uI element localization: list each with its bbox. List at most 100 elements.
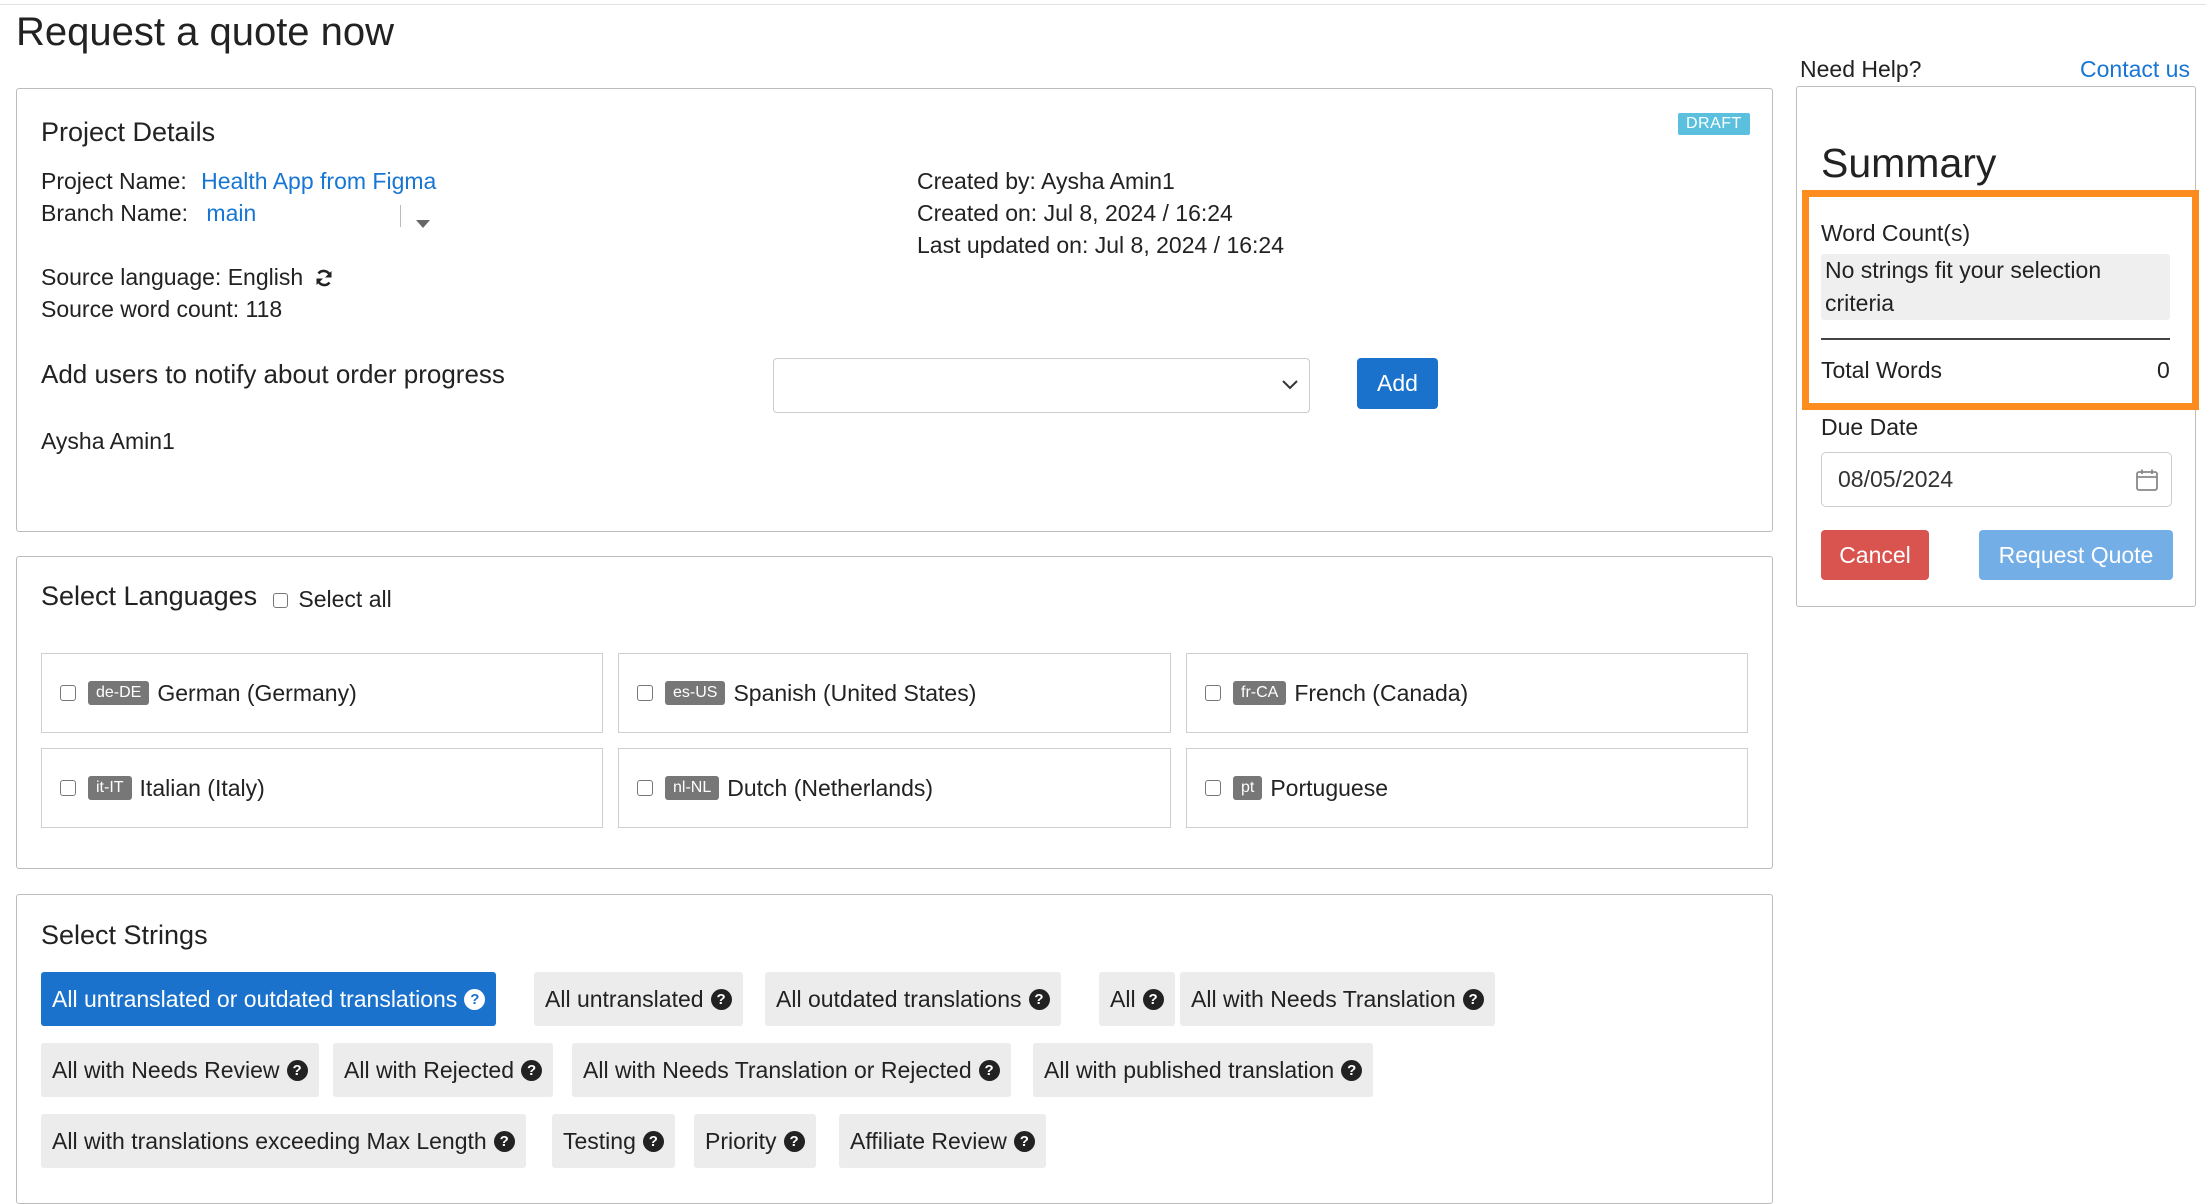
question-circle-icon[interactable]: ? <box>1341 1059 1363 1081</box>
filter-chip-published-translation[interactable]: All with published translation? <box>1033 1043 1374 1097</box>
contact-us-link[interactable]: Contact us <box>2080 56 2190 83</box>
language-option-pt[interactable]: pt Portuguese <box>1186 748 1748 828</box>
refresh-icon[interactable] <box>314 264 334 290</box>
filter-chip-affiliate-review[interactable]: Affiliate Review? <box>839 1114 1046 1168</box>
select-all-checkbox[interactable] <box>273 593 288 609</box>
filter-chip-testing[interactable]: Testing? <box>552 1114 675 1168</box>
filter-label: All untranslated <box>545 985 704 1012</box>
created-by: Created by: Aysha Amin1 <box>917 168 1175 194</box>
calendar-icon[interactable] <box>2135 468 2159 492</box>
filter-label: All with published translation <box>1044 1056 1335 1083</box>
question-circle-icon[interactable]: ? <box>1142 988 1164 1010</box>
language-code-badge: es-US <box>665 681 726 705</box>
branch-divider <box>400 205 401 227</box>
question-circle-icon[interactable]: ? <box>978 1059 1000 1081</box>
question-circle-icon[interactable]: ? <box>642 1130 664 1152</box>
select-languages-heading: Select Languages <box>41 581 258 611</box>
last-updated-on: Last updated on: Jul 8, 2024 / 16:24 <box>917 232 1285 258</box>
filter-chip-needs-translation-or-rejected[interactable]: All with Needs Translation or Rejected? <box>572 1043 1011 1097</box>
top-border <box>0 0 2206 5</box>
language-option-fr-CA[interactable]: fr-CA French (Canada) <box>1186 653 1748 733</box>
question-circle-icon[interactable]: ? <box>1462 988 1484 1010</box>
filter-label: All with Needs Translation <box>1191 985 1456 1012</box>
question-circle-icon[interactable]: ? <box>286 1059 308 1081</box>
filter-chip-priority[interactable]: Priority? <box>694 1114 816 1168</box>
question-circle-icon[interactable]: ? <box>521 1059 543 1081</box>
select-languages-panel: Select Languages Select all de-DE German… <box>16 556 1773 869</box>
language-name: German (Germany) <box>157 679 357 706</box>
language-code-badge: pt <box>1233 776 1263 800</box>
notify-users-label: Add users to notify about order progress <box>41 359 505 389</box>
language-option-it-IT[interactable]: it-IT Italian (Italy) <box>41 748 603 828</box>
language-option-nl-NL[interactable]: nl-NL Dutch (Netherlands) <box>618 748 1171 828</box>
cancel-button[interactable]: Cancel <box>1821 530 1929 580</box>
branch-dropdown-toggle[interactable] <box>416 215 430 233</box>
filter-label: Affiliate Review <box>850 1127 1007 1154</box>
language-option-de-DE[interactable]: de-DE German (Germany) <box>41 653 603 733</box>
filter-label: All outdated translations <box>776 985 1022 1012</box>
filter-label: Testing <box>563 1127 636 1154</box>
select-all-control[interactable]: Select all <box>273 586 392 613</box>
filter-label: All <box>1110 985 1136 1012</box>
language-checkbox[interactable] <box>1205 685 1221 701</box>
filter-label: All with translations exceeding Max Leng… <box>52 1127 487 1154</box>
language-checkbox[interactable] <box>60 685 76 701</box>
question-circle-icon[interactable]: ? <box>1028 988 1050 1010</box>
language-name: Italian (Italy) <box>139 774 265 801</box>
due-date-value: 08/05/2024 <box>1838 466 1954 492</box>
language-checkbox[interactable] <box>60 780 76 796</box>
question-circle-icon[interactable]: ? <box>783 1130 805 1152</box>
language-code-badge: nl-NL <box>665 776 720 800</box>
language-checkbox[interactable] <box>637 685 653 701</box>
language-name: French (Canada) <box>1294 679 1469 706</box>
language-code-badge: fr-CA <box>1233 681 1287 705</box>
filter-label: Priority <box>705 1127 777 1154</box>
branch-name-row: Branch Name: main <box>41 200 256 227</box>
request-quote-button[interactable]: Request Quote <box>1979 530 2173 580</box>
filter-chip-outdated[interactable]: All outdated translations? <box>765 972 1061 1026</box>
filter-chip-untranslated[interactable]: All untranslated? <box>534 972 743 1026</box>
notified-user: Aysha Amin1 <box>41 428 175 454</box>
select-strings-heading: Select Strings <box>41 920 208 950</box>
summary-heading: Summary <box>1821 140 1997 186</box>
filter-label: All with Needs Review <box>52 1056 280 1083</box>
language-checkbox[interactable] <box>637 780 653 796</box>
question-circle-icon[interactable]: ? <box>464 988 486 1010</box>
language-option-es-US[interactable]: es-US Spanish (United States) <box>618 653 1171 733</box>
filter-label: All with Needs Translation or Rejected <box>583 1056 972 1083</box>
highlight-annotation <box>1802 190 2199 410</box>
source-language-row: Source language: English <box>41 264 334 291</box>
question-circle-icon[interactable]: ? <box>710 988 732 1010</box>
language-checkbox[interactable] <box>1205 780 1221 796</box>
language-name: Dutch (Netherlands) <box>727 774 934 801</box>
page-title: Request a quote now <box>16 10 395 54</box>
branch-name-value[interactable]: main <box>206 200 256 226</box>
project-name-label: Project Name: <box>41 168 187 194</box>
filter-chip-all[interactable]: All? <box>1099 972 1175 1026</box>
filter-chip-needs-translation[interactable]: All with Needs Translation? <box>1180 972 1495 1026</box>
add-button[interactable]: Add <box>1357 358 1438 409</box>
language-code-badge: de-DE <box>88 681 150 705</box>
chevron-down-icon <box>1282 380 1298 390</box>
chevron-down-icon <box>416 220 430 228</box>
due-date-label: Due Date <box>1821 414 1919 440</box>
project-details-panel: Project Details DRAFT Project Name: Heal… <box>16 88 1773 532</box>
due-date-input[interactable]: 08/05/2024 <box>1821 452 2172 507</box>
filter-chip-needs-review[interactable]: All with Needs Review? <box>41 1043 319 1097</box>
filter-label: All with Rejected <box>344 1056 515 1083</box>
project-name-link[interactable]: Health App from Figma <box>201 168 436 194</box>
notify-users-select[interactable] <box>773 358 1310 413</box>
select-strings-panel: Select Strings All untranslated or outda… <box>16 894 1773 1204</box>
filter-chip-rejected[interactable]: All with Rejected? <box>333 1043 554 1097</box>
project-details-heading: Project Details <box>41 117 216 147</box>
source-language: Source language: English <box>41 264 304 290</box>
created-on: Created on: Jul 8, 2024 / 16:24 <box>917 200 1233 226</box>
filter-chip-exceeding-max-length[interactable]: All with translations exceeding Max Leng… <box>41 1114 526 1168</box>
language-name: Portuguese <box>1270 774 1388 801</box>
status-badge: DRAFT <box>1678 113 1750 135</box>
question-circle-icon[interactable]: ? <box>1013 1130 1035 1152</box>
filter-label: All untranslated or outdated translation… <box>52 985 458 1012</box>
filter-chip-untranslated-or-outdated[interactable]: All untranslated or outdated translation… <box>41 972 497 1026</box>
select-all-label: Select all <box>298 586 392 612</box>
question-circle-icon[interactable]: ? <box>493 1130 515 1152</box>
